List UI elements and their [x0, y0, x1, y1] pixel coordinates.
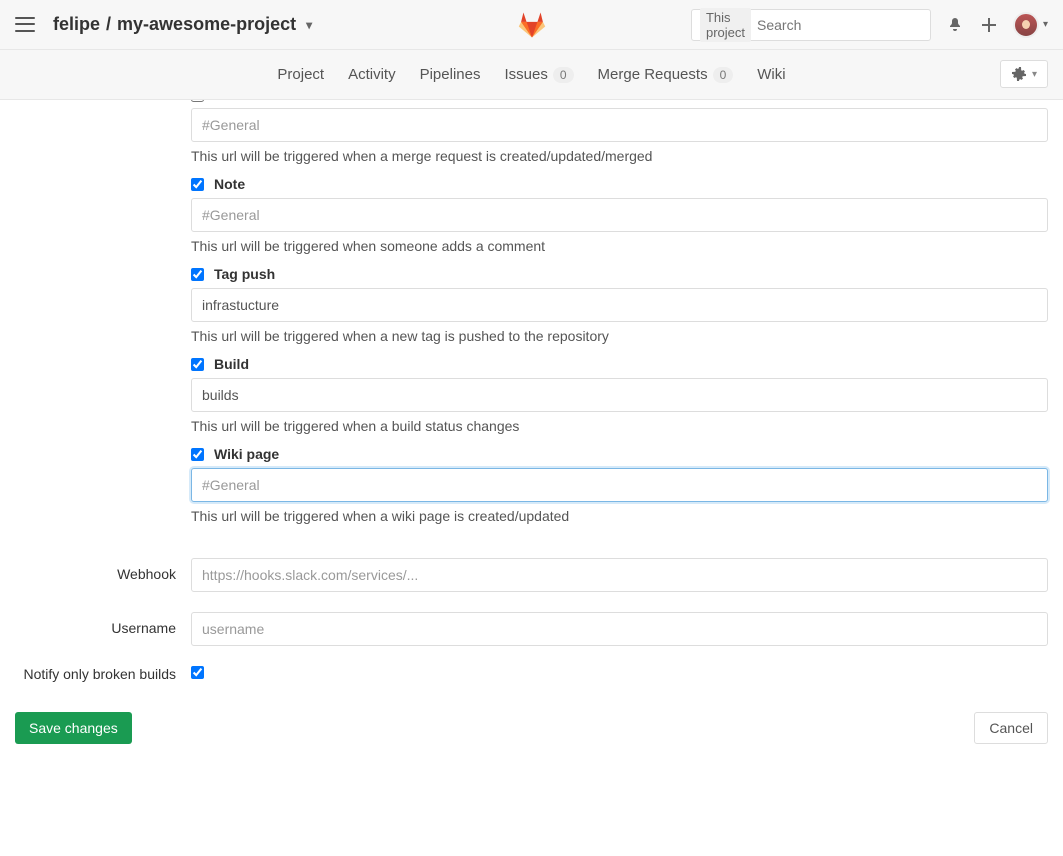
cancel-button[interactable]: Cancel — [974, 712, 1048, 744]
tag-push-help: This url will be triggered when a new ta… — [191, 328, 1048, 344]
note-channel-input[interactable] — [191, 198, 1048, 232]
user-menu[interactable]: ▾ — [1013, 12, 1048, 38]
note-help: This url will be triggered when someone … — [191, 238, 1048, 254]
gear-icon — [1011, 66, 1027, 82]
settings-dropdown[interactable]: ▾ — [1000, 60, 1048, 88]
plus-icon[interactable] — [979, 15, 999, 35]
merge-requests-count: 0 — [713, 67, 734, 83]
build-label: Build — [214, 356, 249, 372]
bell-icon[interactable] — [945, 15, 965, 35]
build-checkbox[interactable] — [191, 358, 204, 371]
search-scope: This project — [700, 8, 751, 42]
avatar — [1013, 12, 1039, 38]
tag-push-channel-input[interactable] — [191, 288, 1048, 322]
issues-count: 0 — [553, 67, 574, 83]
save-button[interactable]: Save changes — [15, 712, 132, 744]
header-tools: This project ▾ — [691, 9, 1048, 41]
search-box[interactable]: This project — [691, 9, 931, 41]
caret-down-icon: ▾ — [1032, 69, 1037, 80]
field-wiki-page: Wiki page This url will be triggered whe… — [191, 446, 1048, 524]
wiki-page-checkbox[interactable] — [191, 448, 204, 461]
field-build: Build This url will be triggered when a … — [191, 356, 1048, 434]
field-tag-push: Tag push This url will be triggered when… — [191, 266, 1048, 344]
nav-merge-requests[interactable]: Merge Requests 0 — [598, 66, 734, 83]
field-merge-request: Merge request This url will be triggered… — [191, 94, 1048, 164]
search-input[interactable] — [757, 17, 938, 33]
project-nav: Project Activity Pipelines Issues 0 Merg… — [0, 50, 1063, 100]
build-channel-input[interactable] — [191, 378, 1048, 412]
breadcrumb-project: my-awesome-project — [117, 14, 296, 35]
field-note: Note This url will be triggered when som… — [191, 176, 1048, 254]
username-input[interactable] — [191, 612, 1048, 646]
tag-push-checkbox[interactable] — [191, 268, 204, 281]
wiki-page-label: Wiki page — [214, 446, 279, 462]
merge-request-help: This url will be triggered when a merge … — [191, 148, 1048, 164]
breadcrumb-sep: / — [106, 14, 111, 35]
note-checkbox[interactable] — [191, 178, 204, 191]
breadcrumb-owner: felipe — [53, 14, 100, 35]
notify-broken-label: Notify only broken builds — [15, 666, 191, 682]
nav-wiki[interactable]: Wiki — [757, 66, 785, 83]
breadcrumb[interactable]: felipe / my-awesome-project ▾ — [53, 14, 312, 35]
caret-down-icon: ▾ — [1043, 19, 1048, 30]
nav-issues[interactable]: Issues 0 — [504, 66, 573, 83]
nav-activity[interactable]: Activity — [348, 66, 396, 83]
username-label: Username — [15, 612, 191, 636]
note-label: Note — [214, 176, 245, 192]
merge-request-channel-input[interactable] — [191, 108, 1048, 142]
webhook-input[interactable] — [191, 558, 1048, 592]
gitlab-logo[interactable] — [518, 11, 546, 39]
chevron-down-icon[interactable]: ▾ — [306, 18, 312, 32]
nav-pipelines[interactable]: Pipelines — [420, 66, 481, 83]
wiki-page-channel-input[interactable] — [191, 468, 1048, 502]
tag-push-label: Tag push — [214, 266, 275, 282]
webhook-label: Webhook — [15, 558, 191, 582]
notify-broken-checkbox[interactable] — [191, 666, 204, 679]
build-help: This url will be triggered when a build … — [191, 418, 1048, 434]
form-area: Merge request This url will be triggered… — [0, 94, 1063, 784]
menu-icon[interactable] — [15, 15, 35, 35]
form-actions: Save changes Cancel — [15, 712, 1048, 744]
nav-project[interactable]: Project — [277, 66, 324, 83]
wiki-page-help: This url will be triggered when a wiki p… — [191, 508, 1048, 524]
top-header: felipe / my-awesome-project ▾ This proje… — [0, 0, 1063, 50]
